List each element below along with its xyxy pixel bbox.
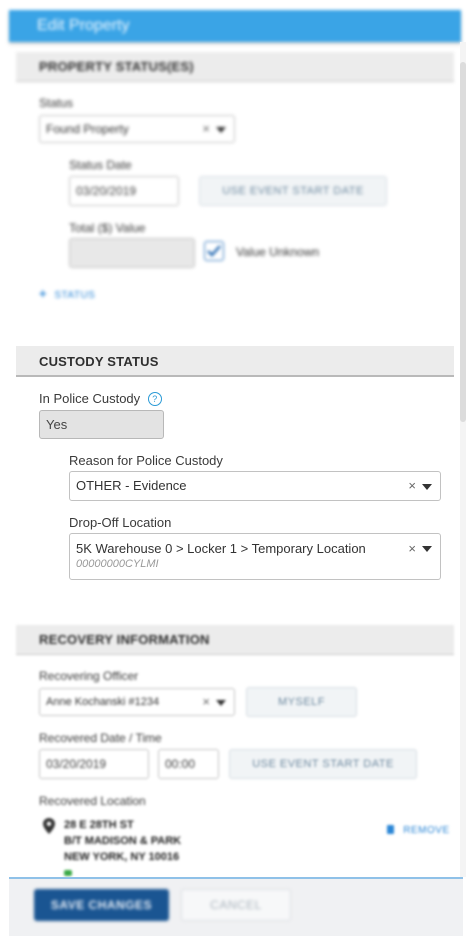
chevron-down-icon[interactable] bbox=[216, 127, 226, 133]
in-police-custody-label: In Police Custody ? bbox=[39, 391, 162, 406]
location-status-indicator bbox=[64, 870, 72, 876]
dialog-title: Edit Property bbox=[37, 17, 130, 34]
use-event-start-date-button[interactable]: USE EVENT START DATE bbox=[199, 176, 387, 206]
recovery-use-event-start-date-button[interactable]: USE EVENT START DATE bbox=[229, 749, 417, 779]
clear-icon[interactable]: × bbox=[408, 472, 416, 500]
status-date-label: Status Date bbox=[69, 158, 132, 172]
address-line-1: 28 E 28TH ST bbox=[64, 819, 134, 831]
help-icon[interactable]: ? bbox=[147, 392, 162, 406]
scrollbar-thumb[interactable] bbox=[460, 62, 466, 422]
custody-status-header-text: CUSTODY STATUS bbox=[39, 354, 159, 369]
plus-icon: + bbox=[39, 286, 48, 301]
recovered-address: 28 E 28TH ST B/T MADISON & PARK NEW YORK… bbox=[64, 817, 181, 865]
recovered-location-label: Recovered Location bbox=[39, 794, 146, 808]
clear-icon[interactable]: × bbox=[408, 541, 416, 556]
cancel-button[interactable]: CANCEL bbox=[181, 889, 291, 921]
address-line-3: NEW YORK, NY 10016 bbox=[64, 851, 180, 863]
reason-for-custody-select[interactable]: OTHER - Evidence × bbox=[69, 471, 441, 501]
recovered-time-input[interactable]: 00:00 bbox=[158, 749, 219, 779]
add-status-link[interactable]: + STATUS bbox=[39, 286, 95, 301]
chevron-down-icon[interactable] bbox=[422, 546, 432, 552]
total-value-input[interactable] bbox=[69, 238, 195, 268]
dropoff-location-label: Drop-Off Location bbox=[69, 515, 172, 530]
location-pin-icon bbox=[43, 818, 55, 839]
status-select[interactable]: Found Property × bbox=[39, 115, 235, 143]
clear-icon[interactable]: × bbox=[202, 689, 210, 715]
recovering-officer-value: Anne Kochanski #1234 bbox=[46, 696, 160, 708]
recovery-information-header: RECOVERY INFORMATION bbox=[16, 625, 454, 655]
recovered-date-time-label: Recovered Date / Time bbox=[39, 731, 162, 745]
status-label: Status bbox=[39, 96, 74, 110]
remove-location-label: REMOVE bbox=[403, 825, 450, 836]
recovering-officer-select[interactable]: Anne Kochanski #1234 × bbox=[39, 688, 235, 716]
value-unknown-label: Value Unknown bbox=[236, 245, 320, 259]
status-date-input[interactable]: 03/20/2019 bbox=[69, 176, 179, 206]
scrollbar[interactable] bbox=[460, 42, 466, 877]
dropoff-location-select[interactable]: 5K Warehouse 0 > Locker 1 > Temporary Lo… bbox=[69, 533, 441, 580]
status-select-value: Found Property bbox=[46, 122, 129, 136]
reason-for-custody-value: OTHER - Evidence bbox=[76, 478, 187, 493]
chevron-down-icon[interactable] bbox=[216, 700, 226, 706]
remove-location-link[interactable]: REMOVE bbox=[387, 825, 450, 836]
value-unknown-checkbox[interactable] bbox=[204, 241, 224, 261]
dropoff-location-code: 00000000CYLMI bbox=[76, 558, 159, 570]
custody-status-header: CUSTODY STATUS bbox=[16, 346, 454, 377]
add-status-label: STATUS bbox=[54, 290, 96, 301]
recovered-date-input[interactable]: 03/20/2019 bbox=[39, 749, 149, 779]
address-line-2: B/T MADISON & PARK bbox=[64, 835, 182, 847]
checkmark-icon bbox=[207, 245, 221, 257]
save-changes-button[interactable]: SAVE CHANGES bbox=[34, 889, 169, 921]
recovering-officer-label: Recovering Officer bbox=[39, 669, 139, 683]
dropoff-location-value: 5K Warehouse 0 > Locker 1 > Temporary Lo… bbox=[76, 541, 366, 556]
property-status-header: PROPERTY STATUS(ES) bbox=[16, 52, 454, 82]
property-status-header-text: PROPERTY STATUS(ES) bbox=[39, 59, 194, 74]
in-police-custody-label-text: In Police Custody bbox=[39, 391, 141, 406]
reason-for-custody-label: Reason for Police Custody bbox=[69, 453, 223, 468]
recovery-information-header-text: RECOVERY INFORMATION bbox=[39, 632, 210, 647]
myself-button[interactable]: MYSELF bbox=[246, 687, 357, 717]
clear-icon[interactable]: × bbox=[202, 116, 210, 142]
chevron-down-icon[interactable] bbox=[422, 484, 432, 490]
total-value-label: Total ($) Value bbox=[69, 221, 146, 235]
in-police-custody-value[interactable]: Yes bbox=[39, 410, 164, 439]
trash-icon bbox=[387, 825, 394, 834]
dialog-title-bar: Edit Property bbox=[9, 10, 461, 42]
